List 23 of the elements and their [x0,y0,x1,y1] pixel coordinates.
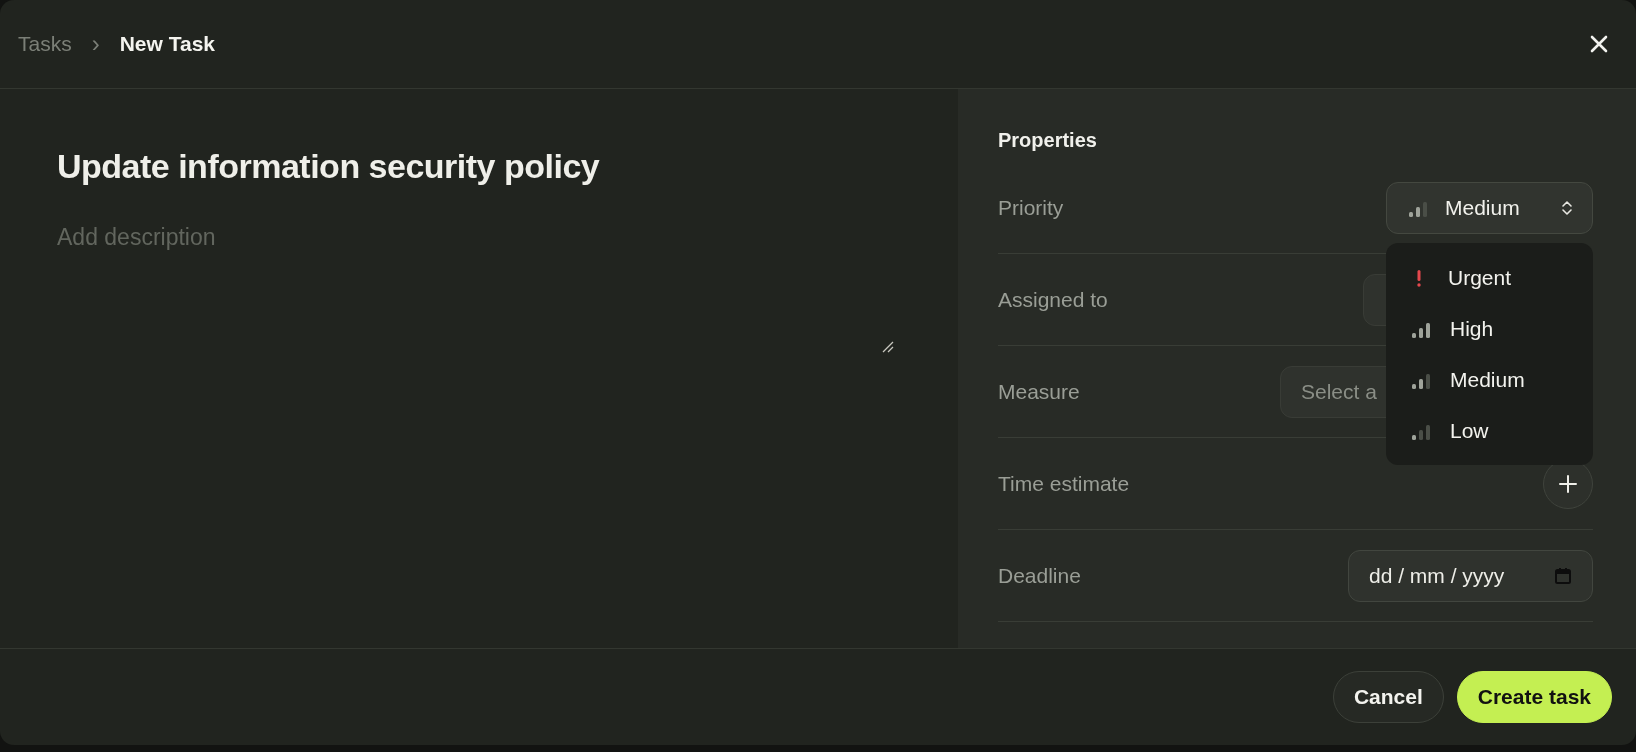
priority-select[interactable]: Medium [1386,181,1593,234]
priority-option[interactable]: Medium [1386,354,1593,405]
plus-icon [1558,473,1578,494]
priority-option[interactable]: Low [1386,405,1593,456]
cancel-button[interactable]: Cancel [1332,671,1444,723]
date-field[interactable]: dd / mm / yyyy [1348,549,1593,602]
property-label: Priority [998,195,1064,220]
calendar-icon [1554,566,1572,585]
property-label: Measure [998,379,1080,404]
resize-handle-icon[interactable] [881,340,895,354]
priority-option[interactable]: Urgent [1386,252,1593,303]
chevron-up-down-icon [1560,198,1574,217]
property-label: Assigned to [998,287,1108,312]
priority-option[interactable]: High [1386,303,1593,354]
breadcrumb-link[interactable]: Tasks [18,32,72,56]
properties-heading: Properties [998,129,1098,152]
breadcrumb-separator: › [91,30,100,58]
breadcrumb-current: New Task [119,32,215,56]
close-icon[interactable] [1588,33,1610,55]
task-title-field[interactable]: Update information security policy [57,147,901,186]
create-button[interactable]: Create task [1456,671,1612,723]
property-label: Deadline [998,563,1081,588]
property-label: Time estimate [998,471,1130,496]
